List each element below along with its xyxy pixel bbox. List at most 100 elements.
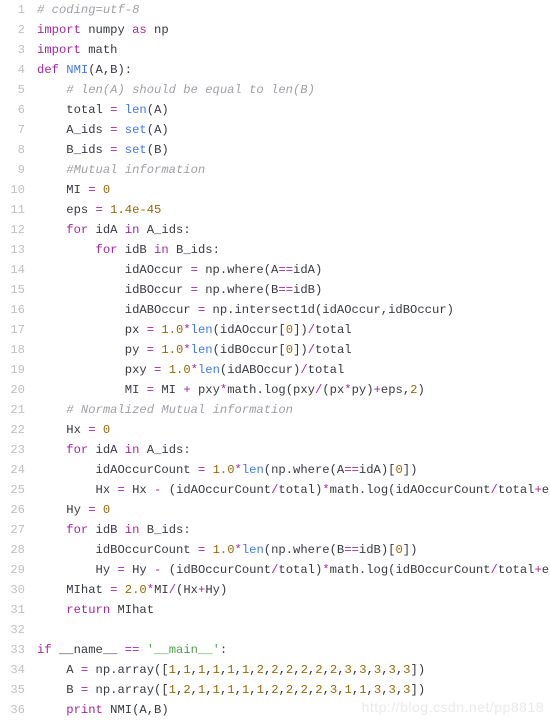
line-number: 2: [0, 20, 37, 40]
code-content: MI = 0: [37, 180, 550, 200]
line-number: 20: [0, 380, 37, 400]
line-number: 6: [0, 100, 37, 120]
line-number: 3: [0, 40, 37, 60]
code-line: 4def NMI(A,B):: [0, 60, 550, 80]
code-content: [37, 620, 550, 640]
line-number: 24: [0, 460, 37, 480]
line-number: 26: [0, 500, 37, 520]
code-line: 32: [0, 620, 550, 640]
line-number: 14: [0, 260, 37, 280]
line-number: 7: [0, 120, 37, 140]
code-line: 11 eps = 1.4e-45: [0, 200, 550, 220]
code-content: px = 1.0*len(idAOccur[0])/total: [37, 320, 550, 340]
code-line: 35 B = np.array([1,2,1,1,1,1,1,2,2,2,2,3…: [0, 680, 550, 700]
code-line: 23 for idA in A_ids:: [0, 440, 550, 460]
code-content: Hy = 0: [37, 500, 550, 520]
line-number: 32: [0, 620, 37, 640]
line-number: 35: [0, 680, 37, 700]
line-number: 5: [0, 80, 37, 100]
code-line: 12 for idA in A_ids:: [0, 220, 550, 240]
code-content: for idB in B_ids:: [37, 520, 550, 540]
code-content: idBOccurCount = 1.0*len(np.where(B==idB)…: [37, 540, 550, 560]
code-line: 36 print NMI(A,B): [0, 700, 550, 720]
code-line: 6 total = len(A): [0, 100, 550, 120]
code-content: if __name__ == '__main__':: [37, 640, 550, 660]
line-number: 1: [0, 0, 37, 20]
code-line: 17 px = 1.0*len(idAOccur[0])/total: [0, 320, 550, 340]
code-line: 10 MI = 0: [0, 180, 550, 200]
line-number: 13: [0, 240, 37, 260]
code-line: 16 idABOccur = np.intersect1d(idAOccur,i…: [0, 300, 550, 320]
code-line: 24 idAOccurCount = 1.0*len(np.where(A==i…: [0, 460, 550, 480]
line-number: 33: [0, 640, 37, 660]
line-number: 36: [0, 700, 37, 720]
code-content: # Normalized Mutual information: [37, 400, 550, 420]
code-line: 19 pxy = 1.0*len(idABOccur)/total: [0, 360, 550, 380]
code-line: 5 # len(A) should be equal to len(B): [0, 80, 550, 100]
code-content: eps = 1.4e-45: [37, 200, 550, 220]
line-number: 29: [0, 560, 37, 580]
code-line: 3import math: [0, 40, 550, 60]
code-line: 34 A = np.array([1,1,1,1,1,1,2,2,2,2,2,2…: [0, 660, 550, 680]
code-content: total = len(A): [37, 100, 550, 120]
code-content: Hx = Hx - (idAOccurCount/total)*math.log…: [37, 480, 550, 500]
line-number: 31: [0, 600, 37, 620]
line-number: 21: [0, 400, 37, 420]
code-line: 1# coding=utf-8: [0, 0, 550, 20]
line-number: 17: [0, 320, 37, 340]
code-line: 31 return MIhat: [0, 600, 550, 620]
line-number: 16: [0, 300, 37, 320]
code-line: 9 #Mutual information: [0, 160, 550, 180]
line-number: 12: [0, 220, 37, 240]
code-content: # coding=utf-8: [37, 0, 550, 20]
code-line: 7 A_ids = set(A): [0, 120, 550, 140]
code-line: 25 Hx = Hx - (idAOccurCount/total)*math.…: [0, 480, 550, 500]
code-content: idAOccurCount = 1.0*len(np.where(A==idA)…: [37, 460, 550, 480]
code-content: Hx = 0: [37, 420, 550, 440]
code-line: 28 idBOccurCount = 1.0*len(np.where(B==i…: [0, 540, 550, 560]
code-line: 27 for idB in B_ids:: [0, 520, 550, 540]
code-content: for idB in B_ids:: [37, 240, 550, 260]
line-number: 27: [0, 520, 37, 540]
code-line: 26 Hy = 0: [0, 500, 550, 520]
code-content: # len(A) should be equal to len(B): [37, 80, 550, 100]
line-number: 34: [0, 660, 37, 680]
code-content: MI = MI + pxy*math.log(pxy/(px*py)+eps,2…: [37, 380, 550, 400]
code-content: B = np.array([1,2,1,1,1,1,1,2,2,2,2,3,1,…: [37, 680, 550, 700]
line-number: 25: [0, 480, 37, 500]
code-content: Hy = Hy - (idBOccurCount/total)*math.log…: [37, 560, 550, 580]
line-number: 8: [0, 140, 37, 160]
line-number: 22: [0, 420, 37, 440]
code-line: 30 MIhat = 2.0*MI/(Hx+Hy): [0, 580, 550, 600]
code-content: A_ids = set(A): [37, 120, 550, 140]
code-line: 15 idBOccur = np.where(B==idB): [0, 280, 550, 300]
code-content: idABOccur = np.intersect1d(idAOccur,idBO…: [37, 300, 550, 320]
line-number: 11: [0, 200, 37, 220]
code-line: 8 B_ids = set(B): [0, 140, 550, 160]
code-content: import numpy as np: [37, 20, 550, 40]
code-content: py = 1.0*len(idBOccur[0])/total: [37, 340, 550, 360]
line-number: 23: [0, 440, 37, 460]
code-line: 33if __name__ == '__main__':: [0, 640, 550, 660]
code-line: 21 # Normalized Mutual information: [0, 400, 550, 420]
code-line: 20 MI = MI + pxy*math.log(pxy/(px*py)+ep…: [0, 380, 550, 400]
code-content: return MIhat: [37, 600, 550, 620]
code-line: 29 Hy = Hy - (idBOccurCount/total)*math.…: [0, 560, 550, 580]
code-content: def NMI(A,B):: [37, 60, 550, 80]
code-line: 2import numpy as np: [0, 20, 550, 40]
code-content: #Mutual information: [37, 160, 550, 180]
code-content: for idA in A_ids:: [37, 220, 550, 240]
line-number: 19: [0, 360, 37, 380]
code-content: A = np.array([1,1,1,1,1,1,2,2,2,2,2,2,3,…: [37, 660, 550, 680]
code-line: 22 Hx = 0: [0, 420, 550, 440]
line-number: 30: [0, 580, 37, 600]
code-content: idAOccur = np.where(A==idA): [37, 260, 550, 280]
code-content: MIhat = 2.0*MI/(Hx+Hy): [37, 580, 550, 600]
code-content: print NMI(A,B): [37, 700, 550, 720]
code-line: 14 idAOccur = np.where(A==idA): [0, 260, 550, 280]
line-number: 15: [0, 280, 37, 300]
line-number: 18: [0, 340, 37, 360]
code-content: import math: [37, 40, 550, 60]
line-number: 28: [0, 540, 37, 560]
code-content: B_ids = set(B): [37, 140, 550, 160]
